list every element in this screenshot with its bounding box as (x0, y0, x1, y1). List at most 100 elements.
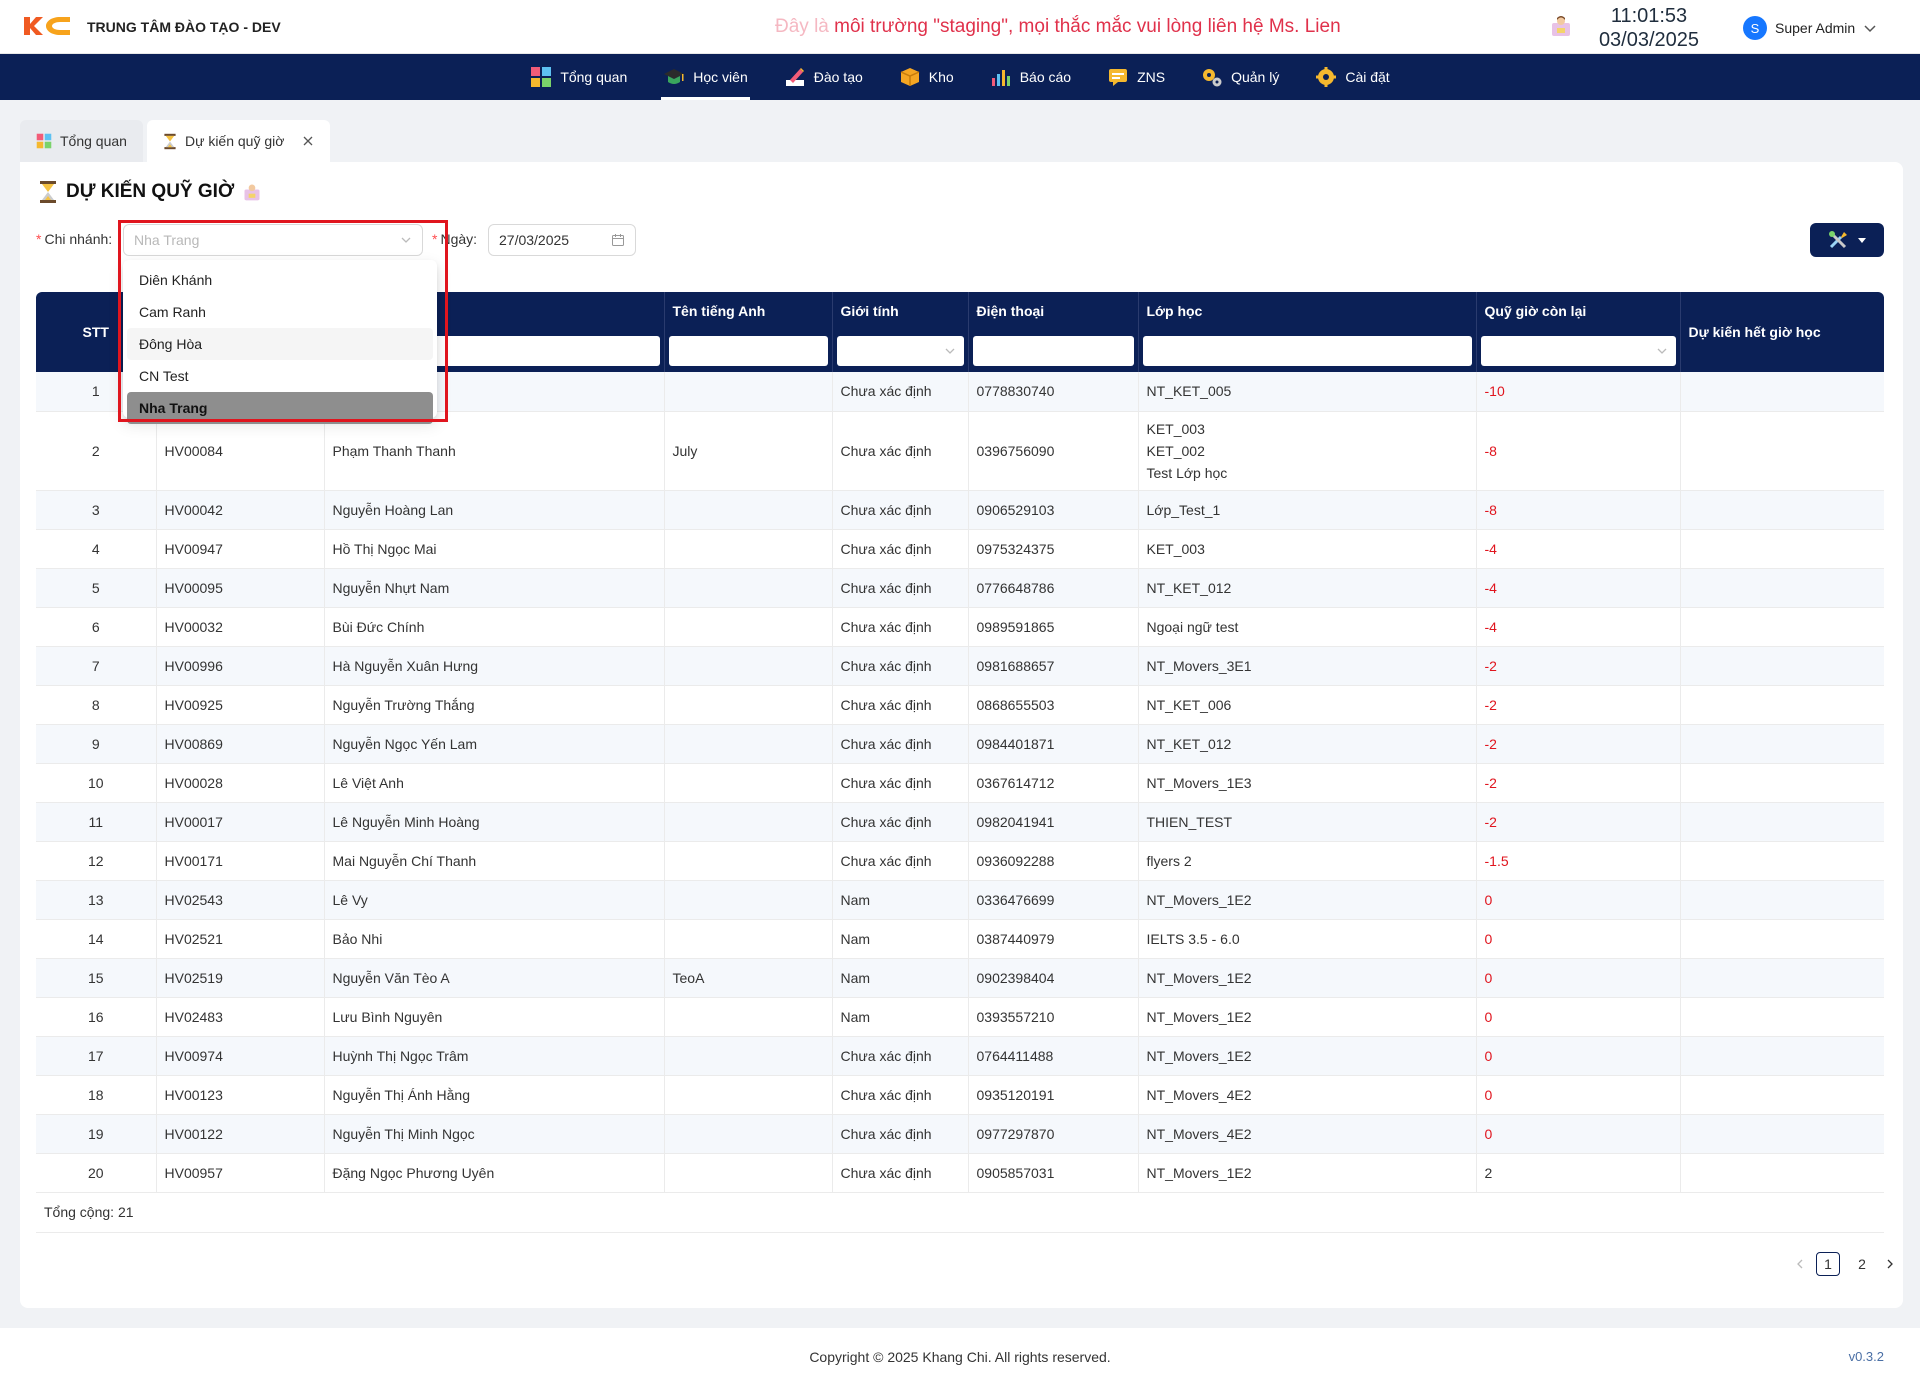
cell-gender: Chưa xác định (832, 1036, 969, 1076)
cell-name: Lê Việt Anh (324, 763, 665, 803)
dashboard-icon (36, 133, 52, 149)
nav-item-hoc-vien[interactable]: Học viên (661, 54, 751, 100)
cell-name: Mai Nguyễn Chí Thanh (324, 841, 665, 881)
table-row[interactable]: 18 HV00123 Nguyễn Thị Ánh Hằng Chưa xác địn… (36, 1075, 1884, 1115)
table-row[interactable]: 6 HV00032 Bùi Đức Chính Chưa xác định 098959… (36, 607, 1884, 647)
nav-item-cai-dat[interactable]: Cài đặt (1313, 54, 1391, 100)
cell-phone: 0982041941 (968, 802, 1139, 842)
close-icon[interactable] (302, 135, 314, 147)
nav-item-dao-tao[interactable]: Đào tạo (782, 54, 865, 100)
user-menu[interactable]: S Super Admin (1743, 16, 1877, 40)
table-row[interactable]: 17 HV00974 Huỳnh Thị Ngọc Trâm Chưa xác địn… (36, 1036, 1884, 1076)
cell-stt: 8 (36, 685, 157, 725)
table-row[interactable]: 12 HV00171 Mai Nguyễn Chí Thanh Chưa xác đị… (36, 841, 1884, 881)
table-row[interactable]: 10 HV00028 Lê Việt Anh Chưa xác định 0367614… (36, 763, 1884, 803)
cell-code: HV00122 (156, 1114, 325, 1154)
cell-gender: Chưa xác định (832, 685, 969, 725)
pagination: 1 2 (1794, 1252, 1896, 1276)
cell-name: Lưu Bình Nguyên (324, 997, 665, 1037)
branch-option[interactable]: CN Test (127, 360, 433, 392)
filter-hours-cell (1476, 330, 1681, 372)
branch-select[interactable]: Nha Trang (123, 224, 423, 256)
cell-remaining-hours: -10 (1476, 372, 1681, 412)
cell-gender: Chưa xác định (832, 529, 969, 569)
message-icon (1109, 69, 1128, 86)
cell-remaining-hours: -2 (1476, 646, 1681, 686)
cell-english-name (664, 919, 833, 959)
col-header-remaining-hours: Quỹ giờ còn lại (1476, 292, 1681, 330)
date-picker[interactable]: 27/03/2025 (488, 224, 636, 256)
cell-code: HV02519 (156, 958, 325, 998)
nav-item-kho[interactable]: Kho (897, 54, 956, 100)
main-nav: Tổng quan Học viên Đào tạo Kho Báo cáo Z… (0, 54, 1920, 100)
cell-stt: 12 (36, 841, 157, 881)
cell-phone: 0977297870 (968, 1114, 1139, 1154)
box-icon (900, 68, 920, 86)
tools-dropdown-button[interactable] (1810, 223, 1884, 257)
cell-phone: 0764411488 (968, 1036, 1139, 1076)
clock-date: 03/03/2025 (1598, 29, 1700, 51)
branch-option[interactable]: Cam Ranh (127, 296, 433, 328)
avatar: S (1743, 16, 1767, 40)
table-row[interactable]: 19 HV00122 Nguyễn Thị Minh Ngọc Chưa xác đị… (36, 1114, 1884, 1154)
nav-label: Quản lý (1231, 69, 1280, 85)
cell-stt: 11 (36, 802, 157, 842)
chevron-down-icon (401, 237, 411, 243)
graduation-cap-icon (664, 69, 685, 84)
teacher-notification-icon[interactable] (1549, 14, 1573, 38)
table-row[interactable]: 11 HV00017 Lê Nguyễn Minh Hoàng Chưa xác đị… (36, 802, 1884, 842)
table-row[interactable]: 13 HV02543 Lê Vy Nam 0336476699 NT_Movers_1E2… (36, 880, 1884, 920)
branch-option[interactable]: Đông Hòa (127, 328, 433, 360)
table-row[interactable]: 20 HV00957 Đặng Ngọc Phương Uyên Chưa xác đ… (36, 1153, 1884, 1193)
chevron-left-icon[interactable] (1794, 1258, 1806, 1270)
cell-class: NT_Movers_4E2 (1138, 1114, 1477, 1154)
cell-remaining-hours: -8 (1476, 490, 1681, 530)
chevron-right-icon[interactable] (1884, 1258, 1896, 1270)
table-row[interactable]: 15 HV02519 Nguyễn Văn Tèo A TeoA Nam 09023984… (36, 958, 1884, 998)
nav-item-tong-quan[interactable]: Tổng quan (528, 54, 629, 100)
branch-option-selected[interactable]: Nha Trang (127, 392, 433, 424)
table-row[interactable]: 8 HV00925 Nguyễn Trường Thắng Chưa xác định… (36, 685, 1884, 725)
cell-code: HV00028 (156, 763, 325, 803)
page-button-2[interactable]: 2 (1850, 1252, 1874, 1276)
cell-expected-end (1680, 372, 1884, 412)
filter-gender-select[interactable] (836, 336, 964, 366)
kc-logo-icon[interactable] (24, 15, 72, 37)
cell-phone: 0984401871 (968, 724, 1139, 764)
filter-phone-input[interactable] (972, 336, 1134, 366)
table-row[interactable]: 7 HV00996 Hà Nguyễn Xuân Hưng Chưa xác định… (36, 646, 1884, 686)
branch-option[interactable]: Diên Khánh (127, 264, 433, 296)
table-row[interactable]: 16 HV02483 Lưu Bình Nguyên Nam 0393557210 NT_… (36, 997, 1884, 1037)
cell-gender: Nam (832, 997, 969, 1037)
table-row[interactable]: 5 HV00095 Nguyễn Nhựt Nam Chưa xác định 0776… (36, 568, 1884, 608)
page-button-1[interactable]: 1 (1816, 1252, 1840, 1276)
clock-time: 11:01:53 (1610, 5, 1688, 27)
cell-english-name (664, 997, 833, 1037)
filter-english-name-input[interactable] (668, 336, 828, 366)
class-name: KET_003 (1146, 420, 1205, 437)
cell-english-name: TeoA (664, 958, 833, 998)
pencil-icon (785, 68, 804, 86)
table-row[interactable]: 4 HV00947 Hồ Thị Ngọc Mai Chưa xác định 0975… (36, 529, 1884, 569)
nav-item-bao-cao[interactable]: Báo cáo (988, 54, 1073, 100)
cell-expected-end (1680, 724, 1884, 764)
table-row[interactable]: 9 HV00869 Nguyễn Ngọc Yến Lam Chưa xác định… (36, 724, 1884, 764)
nav-item-quan-ly[interactable]: Quản lý (1199, 54, 1281, 100)
cell-gender: Chưa xác định (832, 1114, 969, 1154)
calendar-icon (612, 234, 624, 246)
filter-gender-cell (832, 330, 969, 372)
table-row[interactable]: 14 HV02521 Bảo Nhi Nam 0387440979 IELTS 3.5 -… (36, 919, 1884, 959)
cell-english-name (664, 1153, 833, 1193)
tab-tong-quan[interactable]: Tổng quan (20, 120, 143, 162)
table-row[interactable]: 3 HV00042 Nguyễn Hoàng Lan Chưa xác định 090… (36, 490, 1884, 530)
cell-expected-end (1680, 1036, 1884, 1076)
filter-hours-select[interactable] (1480, 336, 1676, 366)
cell-phone: 0393557210 (968, 997, 1139, 1037)
nav-item-zns[interactable]: ZNS (1105, 54, 1167, 100)
cell-class: flyers 2 (1138, 841, 1477, 881)
cell-remaining-hours: -4 (1476, 529, 1681, 569)
tab-du-kien-quy-gio[interactable]: Dự kiến quỹ giờ (146, 120, 331, 162)
class-name: NT_Movers_3E1 (1146, 657, 1252, 674)
filter-class-input[interactable] (1142, 336, 1472, 366)
nav-label: Đào tạo (813, 69, 863, 85)
